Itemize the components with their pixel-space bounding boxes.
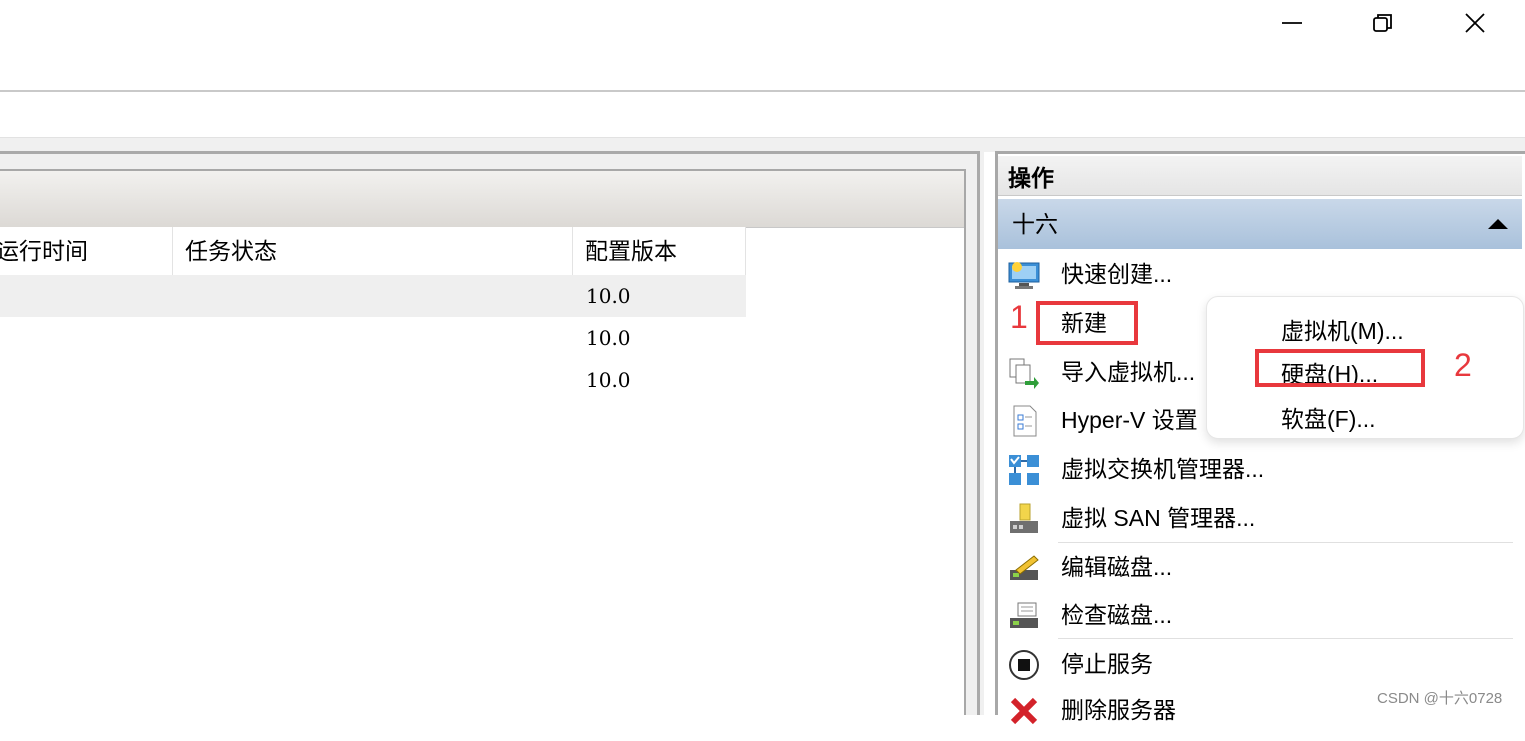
status-cell: [173, 275, 573, 317]
action-label: 检查磁盘...: [1061, 602, 1173, 628]
quick-create-icon: [1008, 259, 1040, 291]
submenu-item-virtual-machine[interactable]: 虚拟机(M)...: [1281, 312, 1404, 346]
inspect-disk-icon: [1008, 600, 1040, 632]
vm-list-header-bar: [0, 171, 964, 228]
action-label: 编辑磁盘...: [1061, 554, 1173, 580]
action-label: 虚拟 SAN 管理器...: [1061, 505, 1256, 531]
vm-list-panel: 运行时间 任务状态 配置版本 10.0 10.0 10.0: [0, 169, 966, 715]
edit-disk-icon: [1008, 552, 1040, 584]
table-row[interactable]: 10.0: [0, 317, 746, 359]
step-2-highlight: [1255, 349, 1425, 387]
actions-title: 操作: [998, 156, 1522, 196]
actions-group-label: 十六: [1012, 211, 1058, 237]
column-header-task-status[interactable]: 任务状态: [173, 227, 573, 275]
table-row[interactable]: 10.0: [0, 275, 746, 317]
vm-list-column-headers: 运行时间 任务状态 配置版本: [0, 227, 746, 275]
step-1-marker: 1: [1010, 299, 1028, 335]
uptime-cell: [0, 317, 173, 359]
status-cell: [173, 359, 573, 401]
action-quick-create[interactable]: 快速创建...: [998, 252, 1522, 296]
settings-icon: [1008, 405, 1040, 437]
delete-server-icon: [1008, 695, 1040, 727]
collapse-arrow-icon[interactable]: [1488, 219, 1508, 229]
action-label: 导入虚拟机...: [1061, 359, 1196, 385]
action-edit-disk[interactable]: 编辑磁盘...: [998, 545, 1522, 589]
title-bar: [0, 0, 1525, 90]
action-label: Hyper-V 设置: [1061, 407, 1198, 433]
actions-group-header[interactable]: 十六: [998, 199, 1522, 249]
watermark: CSDN @十六0728: [1377, 690, 1503, 707]
action-label: 删除服务器: [1061, 697, 1176, 723]
vm-rows: 10.0 10.0 10.0: [0, 275, 746, 401]
minimize-icon[interactable]: [1247, 0, 1337, 46]
separator: [1058, 542, 1513, 543]
config-version-cell: 10.0: [586, 368, 631, 392]
action-label: 快速创建...: [1061, 261, 1173, 287]
step-2-marker: 2: [1454, 347, 1472, 383]
column-header-config-version[interactable]: 配置版本: [573, 227, 746, 275]
close-icon[interactable]: [1430, 0, 1520, 46]
vm-list-pane: 运行时间 任务状态 配置版本 10.0 10.0 10.0: [0, 151, 984, 715]
action-label: 虚拟交换机管理器...: [1061, 456, 1265, 482]
menu-bar: [0, 90, 1525, 139]
column-header-uptime[interactable]: 运行时间: [0, 227, 173, 275]
toolbar-strip: [0, 137, 1525, 152]
action-label: 停止服务: [1061, 651, 1153, 677]
separator: [1058, 638, 1513, 639]
action-virtual-san-manager[interactable]: 虚拟 SAN 管理器...: [998, 496, 1522, 540]
uptime-cell: [0, 275, 173, 317]
status-cell: [173, 317, 573, 359]
config-version-cell: 10.0: [586, 284, 631, 308]
step-1-highlight: [1036, 301, 1138, 345]
virtual-switch-icon: [1008, 454, 1040, 486]
import-vm-icon: [1008, 357, 1040, 389]
action-stop-service[interactable]: 停止服务: [998, 642, 1522, 686]
restore-icon[interactable]: [1338, 0, 1428, 46]
action-inspect-disk[interactable]: 检查磁盘...: [998, 593, 1522, 637]
table-row[interactable]: 10.0: [0, 359, 746, 401]
config-version-cell: 10.0: [586, 326, 631, 350]
uptime-cell: [0, 359, 173, 401]
stop-service-icon: [1008, 649, 1040, 681]
virtual-san-icon: [1008, 503, 1040, 535]
submenu-item-floppy-disk[interactable]: 软盘(F)...: [1281, 400, 1376, 434]
action-virtual-switch-manager[interactable]: 虚拟交换机管理器...: [998, 447, 1522, 491]
